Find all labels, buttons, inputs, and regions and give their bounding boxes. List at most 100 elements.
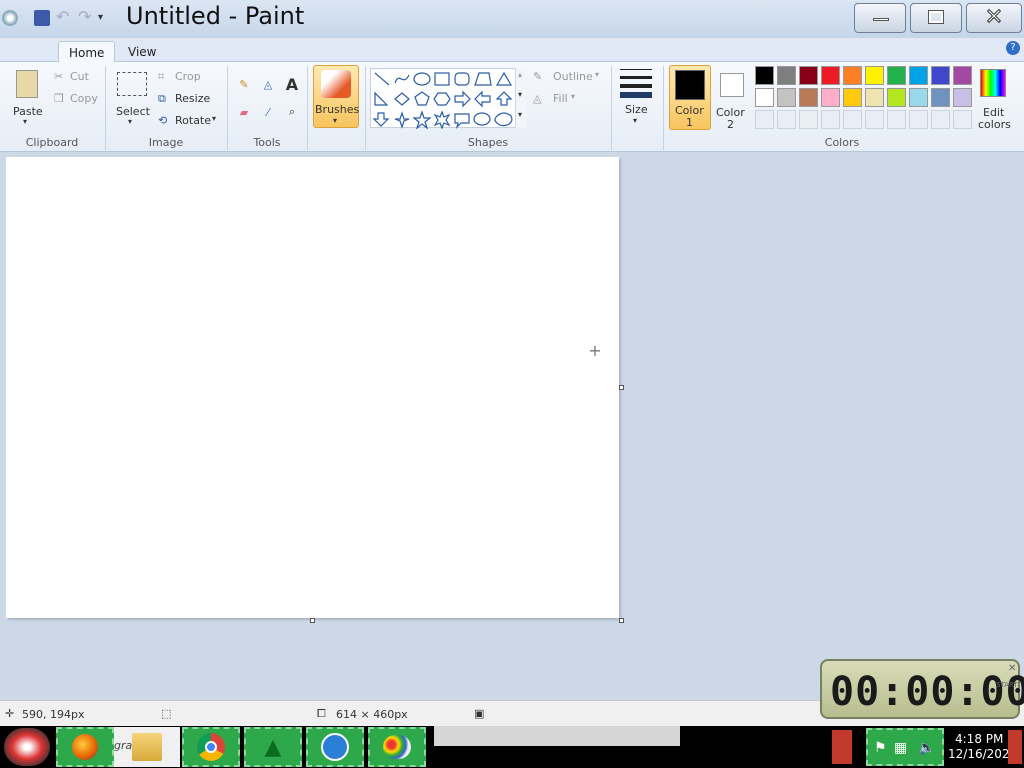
close-button[interactable]: ✕ bbox=[966, 3, 1022, 33]
color2-button[interactable]: Color 2 bbox=[713, 65, 751, 131]
clock-time[interactable]: 4:18 PM bbox=[955, 732, 1003, 746]
palette-empty-swatch[interactable] bbox=[799, 110, 818, 129]
size-button[interactable]: Size ▾ bbox=[617, 65, 655, 131]
taskbar-file-explorer[interactable]: gra d fi bbox=[114, 727, 180, 767]
palette-color-swatch[interactable] bbox=[799, 66, 818, 85]
crop-icon: ⌗ bbox=[158, 70, 165, 83]
show-hidden-icons-icon[interactable] bbox=[832, 730, 852, 764]
chevron-down-icon: ▾ bbox=[571, 92, 576, 101]
palette-empty-swatch[interactable] bbox=[755, 110, 774, 129]
palette-color-swatch[interactable] bbox=[777, 66, 796, 85]
palette-color-swatch[interactable] bbox=[931, 88, 950, 107]
pencil-icon[interactable]: ✎ bbox=[234, 74, 254, 94]
palette-color-swatch[interactable] bbox=[755, 88, 774, 107]
tab-view[interactable]: View bbox=[118, 41, 166, 63]
text-icon[interactable]: A bbox=[282, 74, 302, 94]
palette-empty-swatch[interactable] bbox=[953, 110, 972, 129]
expand-gallery-icon[interactable]: ▾ bbox=[518, 110, 522, 119]
minimize-button[interactable] bbox=[854, 3, 906, 33]
paste-button[interactable]: Paste ▾ bbox=[6, 64, 48, 130]
colors-group-label: Colors bbox=[824, 136, 860, 149]
brushes-button[interactable]: Brushes ▾ bbox=[313, 65, 359, 128]
palette-color-swatch[interactable] bbox=[777, 88, 796, 107]
undo-icon[interactable]: ↶ bbox=[56, 9, 72, 26]
palette-empty-swatch[interactable] bbox=[777, 110, 796, 129]
selection-size-icon: ⬚ bbox=[161, 707, 172, 720]
select-label: Select bbox=[116, 105, 150, 118]
canvas-resize-handle-corner[interactable] bbox=[619, 618, 624, 623]
cursor-position: 590, 194px bbox=[22, 708, 85, 721]
eraser-icon[interactable]: ▰ bbox=[234, 102, 254, 122]
taskbar-christmas-tree[interactable]: ▲ bbox=[244, 727, 302, 767]
edit-colors-button[interactable]: Edit colors bbox=[976, 65, 1011, 131]
outline-label: Outline bbox=[553, 70, 593, 83]
palette-empty-swatch[interactable] bbox=[821, 110, 840, 129]
paste-label: Paste bbox=[13, 105, 43, 118]
taskbar-paint[interactable] bbox=[368, 727, 426, 767]
palette-color-swatch[interactable] bbox=[931, 66, 950, 85]
color-picker-icon[interactable]: ⁄ bbox=[258, 102, 278, 122]
customize-quick-access-icon[interactable]: ▾ bbox=[98, 10, 114, 26]
timer-widget[interactable]: 00:00:00 START ✕ bbox=[820, 659, 1024, 719]
copy-label: Copy bbox=[70, 92, 98, 105]
show-desktop-button[interactable] bbox=[1008, 730, 1022, 764]
paint-app-icon[interactable] bbox=[2, 10, 18, 26]
canvas-resize-handle-bottom[interactable] bbox=[310, 618, 315, 623]
shapes-gallery-scroll[interactable]: ▴ ▾ ▾ bbox=[515, 68, 527, 128]
palette-empty-swatch[interactable] bbox=[909, 110, 928, 129]
palette-color-swatch[interactable] bbox=[821, 66, 840, 85]
system-tray[interactable]: ⚑ ▦ 🔈 bbox=[866, 728, 944, 766]
color2-label-line2: 2 bbox=[727, 118, 734, 131]
palette-color-swatch[interactable] bbox=[821, 88, 840, 107]
palette-color-swatch[interactable] bbox=[887, 66, 906, 85]
palette-color-swatch[interactable] bbox=[909, 88, 928, 107]
network-icon[interactable]: ▦ bbox=[894, 740, 907, 756]
palette-color-swatch[interactable] bbox=[887, 88, 906, 107]
palette-empty-swatch[interactable] bbox=[887, 110, 906, 129]
close-icon[interactable]: ✕ bbox=[1008, 663, 1016, 674]
scroll-down-icon[interactable]: ▾ bbox=[518, 90, 522, 99]
palette-color-swatch[interactable] bbox=[843, 88, 862, 107]
palette-color-swatch[interactable] bbox=[865, 66, 884, 85]
clipboard-group-label: Clipboard bbox=[25, 136, 79, 149]
firefox-icon bbox=[72, 734, 98, 760]
minimize-icon bbox=[873, 18, 889, 21]
palette-color-swatch[interactable] bbox=[953, 88, 972, 107]
magnifier-icon[interactable]: ⌕ bbox=[282, 102, 302, 122]
drawing-canvas[interactable] bbox=[6, 157, 619, 618]
taskbar-chrome[interactable] bbox=[182, 727, 240, 767]
resize-icon: ⧉ bbox=[158, 92, 166, 105]
save-icon[interactable] bbox=[34, 10, 50, 26]
palette-empty-swatch[interactable] bbox=[931, 110, 950, 129]
taskbar-firefox[interactable] bbox=[56, 727, 114, 767]
fill-bucket-icon[interactable]: ◬ bbox=[258, 74, 278, 94]
chevron-down-icon: ▾ bbox=[212, 114, 217, 123]
volume-icon[interactable]: 🔈 bbox=[918, 740, 935, 756]
restore-button[interactable] bbox=[910, 3, 962, 33]
flag-icon[interactable]: ⚑ bbox=[874, 740, 887, 756]
start-button[interactable] bbox=[4, 728, 50, 766]
timer-start-label[interactable]: START bbox=[996, 681, 1018, 689]
palette-color-swatch[interactable] bbox=[865, 88, 884, 107]
redo-icon[interactable]: ↷ bbox=[78, 9, 94, 26]
color1-button[interactable]: Color 1 bbox=[669, 65, 711, 130]
canvas-resize-handle-right[interactable] bbox=[619, 385, 624, 390]
palette-color-swatch[interactable] bbox=[953, 66, 972, 85]
palette-empty-swatch[interactable] bbox=[865, 110, 884, 129]
palette-color-swatch[interactable] bbox=[799, 88, 818, 107]
tab-home[interactable]: Home bbox=[58, 41, 116, 63]
taskbar-messenger[interactable] bbox=[306, 727, 364, 767]
size-line-icon bbox=[620, 76, 652, 79]
resize-label: Resize bbox=[175, 92, 211, 105]
palette-color-swatch[interactable] bbox=[843, 66, 862, 85]
clock-date[interactable]: 12/16/2023 bbox=[948, 747, 1017, 761]
palette-color-swatch[interactable] bbox=[909, 66, 928, 85]
chrome-icon bbox=[197, 733, 225, 761]
scroll-up-icon[interactable]: ▴ bbox=[518, 70, 522, 79]
scissors-icon: ✂ bbox=[54, 70, 64, 83]
palette-color-swatch[interactable] bbox=[755, 66, 774, 85]
help-icon[interactable]: ? bbox=[1006, 41, 1020, 55]
shapes-gallery[interactable] bbox=[370, 68, 527, 130]
select-button[interactable]: Select ▾ bbox=[112, 64, 152, 130]
palette-empty-swatch[interactable] bbox=[843, 110, 862, 129]
